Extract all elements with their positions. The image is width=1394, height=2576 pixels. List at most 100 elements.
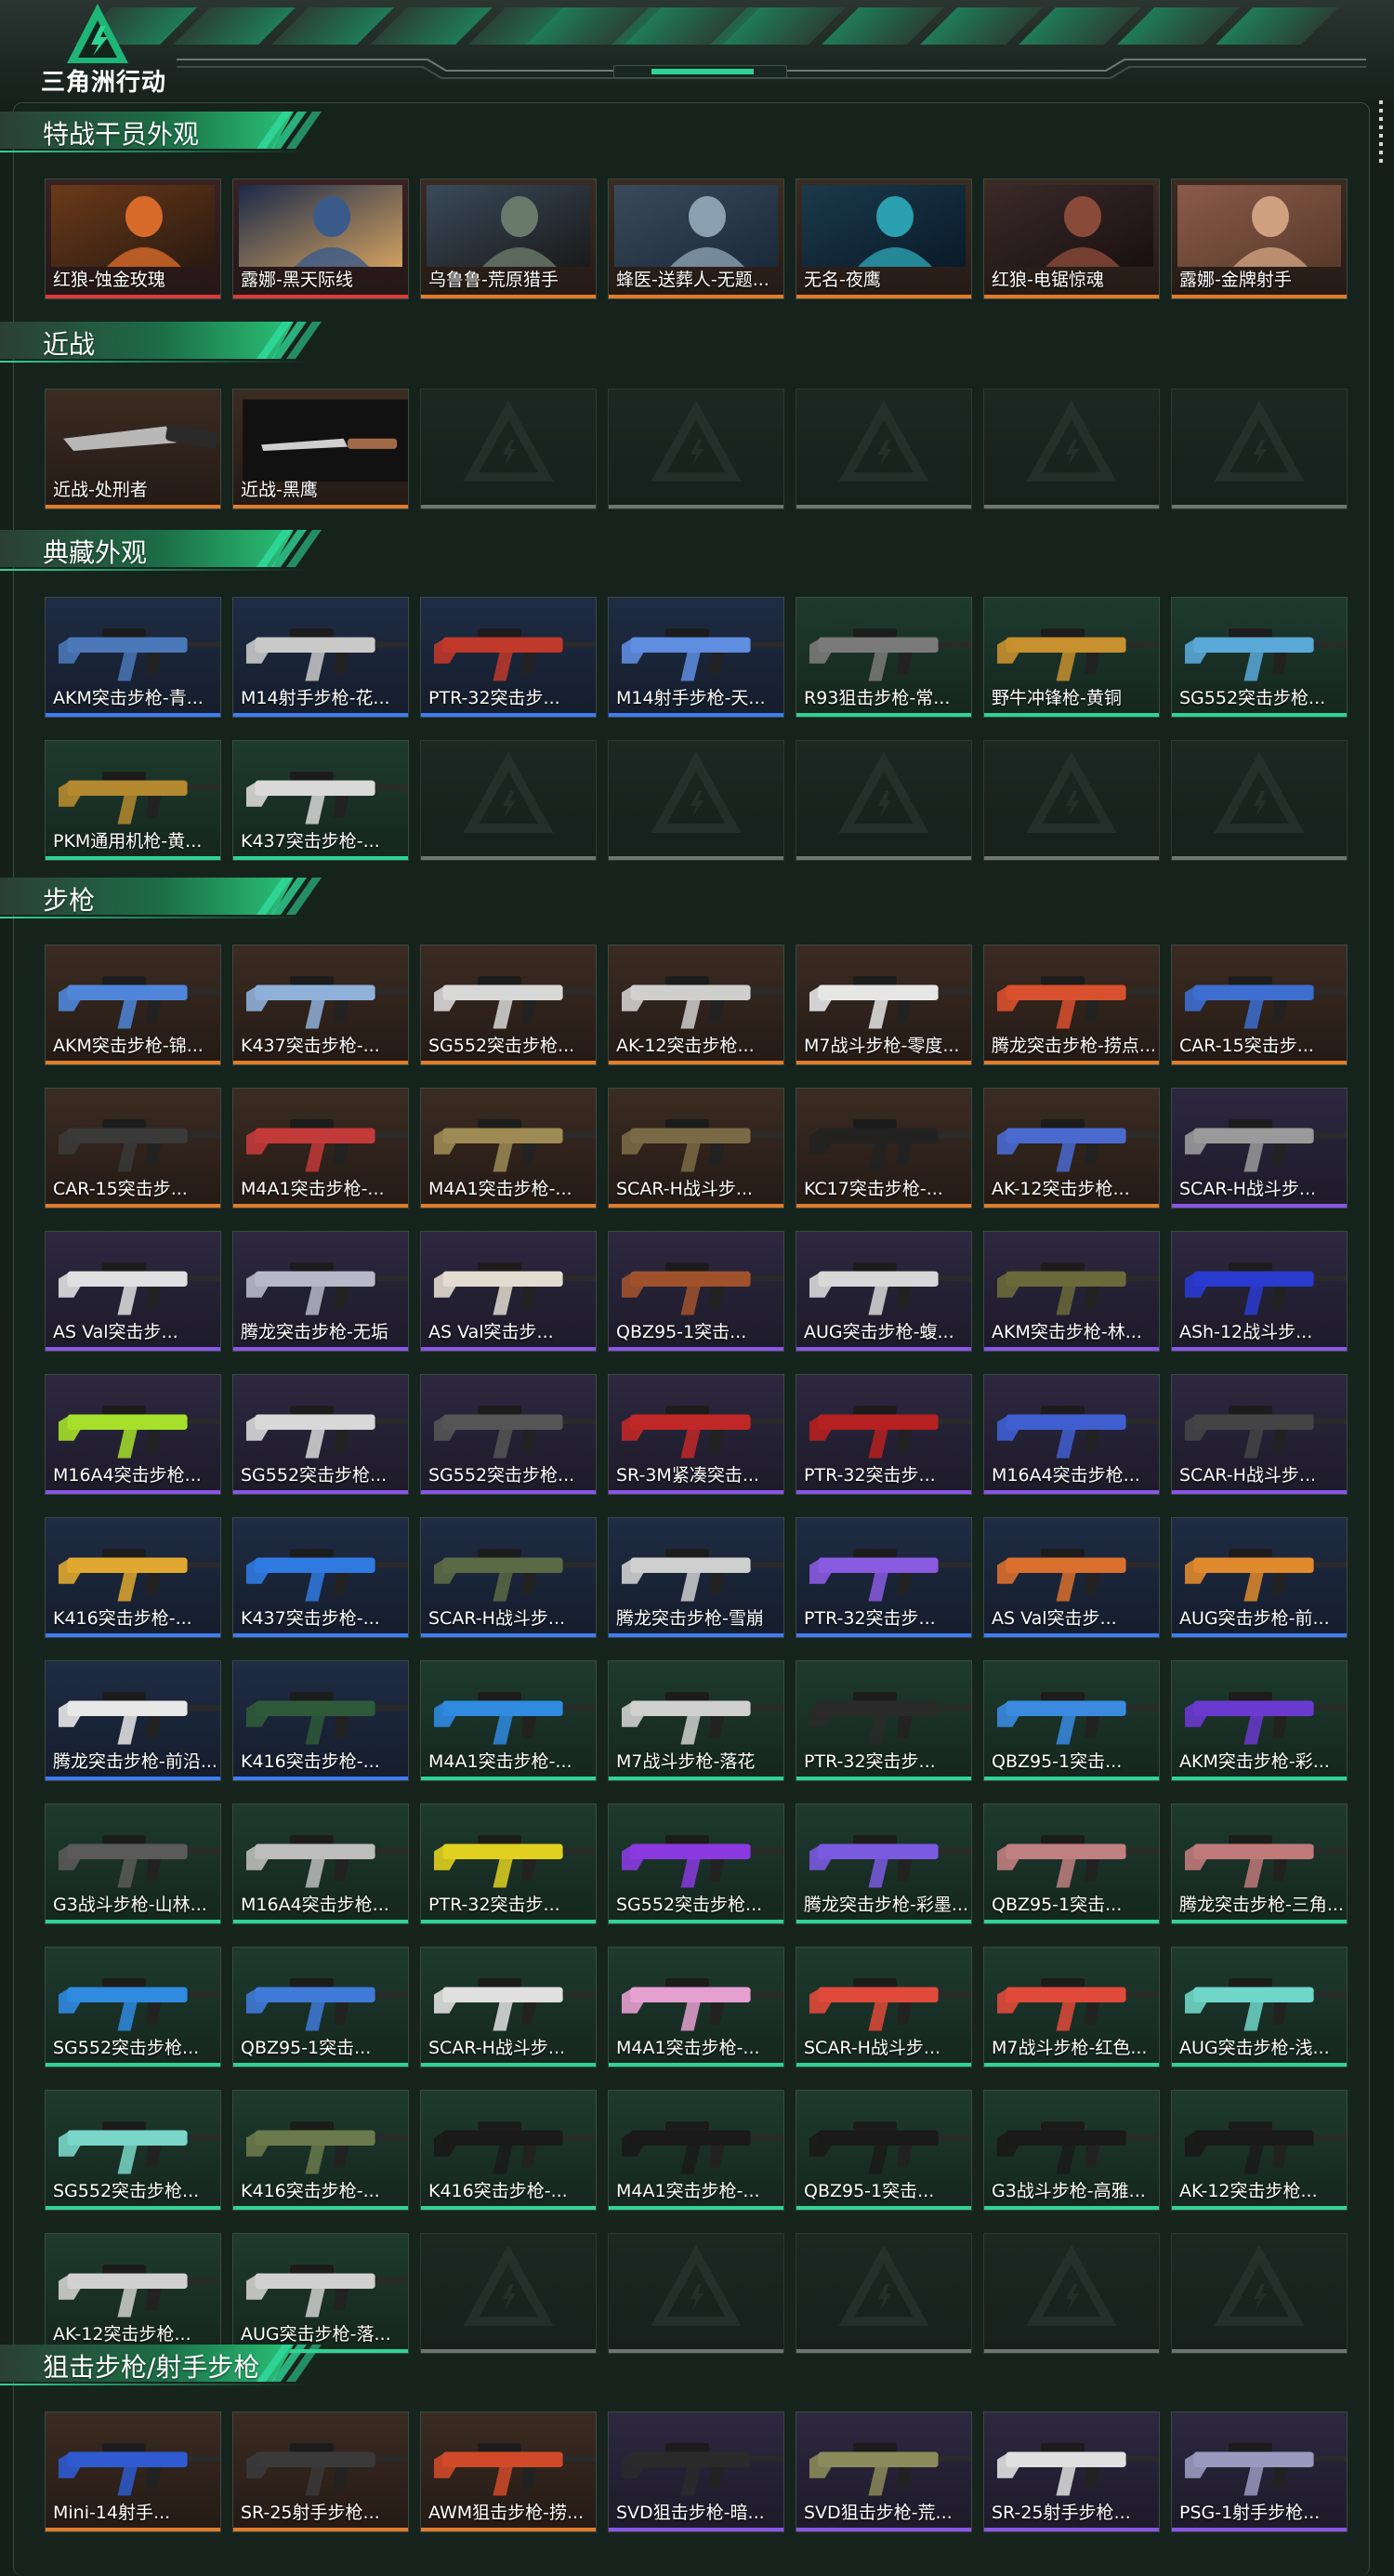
skin-card[interactable]: K437突击步枪-... — [232, 945, 409, 1065]
skin-card[interactable]: SR-25射手步枪... — [232, 2411, 409, 2532]
skin-card[interactable]: K416突击步枪-... — [420, 2090, 597, 2211]
skin-card[interactable]: SR-25射手步枪... — [983, 2411, 1160, 2532]
skin-card[interactable]: SG552突击步枪... — [45, 2090, 221, 2211]
skin-card[interactable]: M16A4突击步枪... — [232, 1803, 409, 1924]
skin-card[interactable]: SCAR-H战斗步... — [1171, 1374, 1348, 1495]
skin-card[interactable]: M14射手步枪-天... — [608, 597, 784, 718]
skin-label: SG552突击步枪... — [428, 1465, 575, 1486]
skin-card[interactable]: AS Val突击步... — [983, 1517, 1160, 1638]
skin-card[interactable]: M16A4突击步枪... — [45, 1374, 221, 1495]
skin-card[interactable]: SCAR-H战斗步... — [608, 1088, 784, 1209]
skin-card[interactable]: K437突击步枪-... — [232, 1517, 409, 1638]
skin-card[interactable]: SG552突击步枪... — [608, 1803, 784, 1924]
skin-card[interactable]: K416突击步枪-... — [232, 2090, 409, 2211]
skin-card[interactable]: PTR-32突击步... — [796, 1660, 972, 1781]
skin-card[interactable]: M14射手步枪-花... — [232, 597, 409, 718]
skin-card[interactable]: 腾龙突击步枪-无垢 — [232, 1231, 409, 1352]
skin-card[interactable]: AKM突击步枪-彩... — [1171, 1660, 1348, 1781]
skin-card[interactable]: M7战斗步枪-零度... — [796, 945, 972, 1065]
skin-card[interactable]: CAR-15突击步... — [1171, 945, 1348, 1065]
skin-card[interactable]: AK-12突击步枪... — [1171, 2090, 1348, 2211]
skin-card[interactable]: 腾龙突击步枪-捞点... — [983, 945, 1160, 1065]
skin-card[interactable]: AK-12突击步枪... — [983, 1088, 1160, 1209]
skin-label: 腾龙突击步枪-彩墨... — [804, 1895, 967, 1915]
empty-slot-icon — [463, 400, 554, 482]
skin-card[interactable]: AUG突击步枪-蝮... — [796, 1231, 972, 1352]
skin-card[interactable]: SG552突击步枪... — [232, 1374, 409, 1495]
skin-card[interactable]: M4A1突击步枪-... — [420, 1660, 597, 1781]
skin-card[interactable]: 腾龙突击步枪-前沿... — [45, 1660, 221, 1781]
rarity-bar — [796, 1061, 971, 1064]
skin-card[interactable]: 露娜-金牌射手 — [1171, 178, 1348, 299]
skin-card[interactable]: SVD狙击步枪-荒... — [796, 2411, 972, 2532]
skin-card[interactable]: 腾龙突击步枪-雪崩 — [608, 1517, 784, 1638]
skin-card[interactable]: AUG突击步枪-落... — [232, 2233, 409, 2354]
skin-card[interactable]: SG552突击步枪... — [420, 945, 597, 1065]
skin-card[interactable]: M4A1突击步枪-... — [420, 1088, 597, 1209]
skin-card[interactable]: AK-12突击步枪... — [45, 2233, 221, 2354]
skin-card[interactable]: M7战斗步枪-落花 — [608, 1660, 784, 1781]
skin-card[interactable]: 红狼-电锯惊魂 — [983, 178, 1160, 299]
skin-card[interactable]: 野牛冲锋枪-黄铜 — [983, 597, 1160, 718]
skin-card[interactable]: SCAR-H战斗步... — [420, 1517, 597, 1638]
skin-card[interactable]: 露娜-黑天际线 — [232, 178, 409, 299]
skin-card[interactable]: SCAR-H战斗步... — [1171, 1088, 1348, 1209]
skin-card[interactable]: M4A1突击步枪-... — [608, 1947, 784, 2067]
skin-card[interactable]: M16A4突击步枪... — [983, 1374, 1160, 1495]
skin-card[interactable]: AUG突击步枪-浅... — [1171, 1947, 1348, 2067]
skin-card[interactable]: QBZ95-1突击... — [608, 1231, 784, 1352]
skin-card[interactable]: SG552突击步枪... — [420, 1374, 597, 1495]
skin-card[interactable]: PTR-32突击步... — [420, 597, 597, 718]
skin-card[interactable]: M4A1突击步枪-... — [232, 1088, 409, 1209]
skin-card[interactable]: 蜂医-送葬人-无题... — [608, 178, 784, 299]
skin-card[interactable]: M7战斗步枪-红色... — [983, 1947, 1160, 2067]
skin-card[interactable]: 红狼-蚀金玫瑰 — [45, 178, 221, 299]
skin-card[interactable]: QBZ95-1突击... — [232, 1947, 409, 2067]
skin-card[interactable]: SVD狙击步枪-暗... — [608, 2411, 784, 2532]
skin-card[interactable]: PTR-32突击步... — [420, 1803, 597, 1924]
skin-card[interactable]: SG552突击步枪... — [1171, 597, 1348, 718]
skin-card[interactable]: 腾龙突击步枪-三角... — [1171, 1803, 1348, 1924]
skin-card[interactable]: PTR-32突击步... — [796, 1517, 972, 1638]
skin-card[interactable]: K437突击步枪-... — [232, 740, 409, 861]
skin-card[interactable]: G3战斗步枪-高雅... — [983, 2090, 1160, 2211]
rarity-bar — [46, 713, 220, 717]
skin-card[interactable]: QBZ95-1突击... — [983, 1660, 1160, 1781]
skin-card[interactable]: G3战斗步枪-山林... — [45, 1803, 221, 1924]
skin-card[interactable]: PTR-32突击步... — [796, 1374, 972, 1495]
skin-card[interactable]: AUG突击步枪-前... — [1171, 1517, 1348, 1638]
skin-card[interactable]: QBZ95-1突击... — [796, 2090, 972, 2211]
skin-card[interactable]: SCAR-H战斗步... — [420, 1947, 597, 2067]
scrollbar[interactable] — [1379, 100, 1383, 165]
skin-label: 乌鲁鲁-荒原猎手 — [428, 270, 559, 290]
skin-card[interactable]: KC17突击步枪-... — [796, 1088, 972, 1209]
skin-card[interactable]: AK-12突击步枪... — [608, 945, 784, 1065]
skin-card[interactable]: Mini-14射手... — [45, 2411, 221, 2532]
skin-card[interactable]: 近战-处刑者 — [45, 389, 221, 509]
rarity-bar — [421, 2063, 596, 2067]
skin-card[interactable]: AS Val突击步... — [420, 1231, 597, 1352]
skin-card[interactable]: AKM突击步枪-锦... — [45, 945, 221, 1065]
skin-card[interactable]: M4A1突击步枪-... — [608, 2090, 784, 2211]
skin-card[interactable]: SG552突击步枪... — [45, 1947, 221, 2067]
skin-card[interactable]: K416突击步枪-... — [45, 1517, 221, 1638]
rarity-bar — [233, 1490, 408, 1494]
skin-card[interactable]: PSG-1射手步枪... — [1171, 2411, 1348, 2532]
skin-card[interactable]: 乌鲁鲁-荒原猎手 — [420, 178, 597, 299]
skin-card[interactable]: 无名-夜鹰 — [796, 178, 972, 299]
skin-card[interactable]: QBZ95-1突击... — [983, 1803, 1160, 1924]
skin-card[interactable]: 腾龙突击步枪-彩墨... — [796, 1803, 972, 1924]
skin-card[interactable]: ASh-12战斗步... — [1171, 1231, 1348, 1352]
skin-card[interactable]: SCAR-H战斗步... — [796, 1947, 972, 2067]
skin-label: QBZ95-1突击... — [992, 1895, 1123, 1915]
skin-card[interactable]: R93狙击步枪-常... — [796, 597, 972, 718]
skin-card[interactable]: CAR-15突击步... — [45, 1088, 221, 1209]
skin-card[interactable]: AS Val突击步... — [45, 1231, 221, 1352]
skin-card[interactable]: K416突击步枪-... — [232, 1660, 409, 1781]
skin-card[interactable]: PKM通用机枪-黄... — [45, 740, 221, 861]
skin-card[interactable]: AKM突击步枪-林... — [983, 1231, 1160, 1352]
skin-card[interactable]: AWM狙击步枪-捞... — [420, 2411, 597, 2532]
skin-card[interactable]: 近战-黑鹰 — [232, 389, 409, 509]
skin-card[interactable]: SR-3M紧凑突击... — [608, 1374, 784, 1495]
skin-card[interactable]: AKM突击步枪-青... — [45, 597, 221, 718]
